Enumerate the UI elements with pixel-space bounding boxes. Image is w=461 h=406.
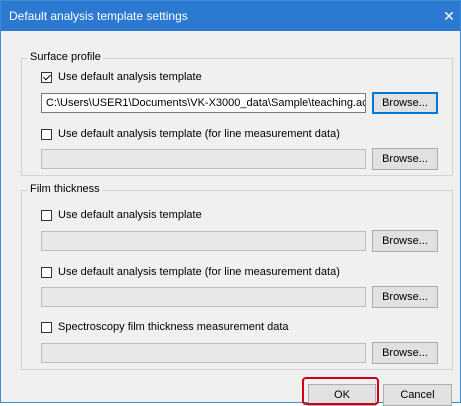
film-default-template-browse-button[interactable]: Browse... xyxy=(372,230,438,252)
film-thickness-group-title: Film thickness xyxy=(28,183,102,195)
spectroscopy-label: Spectroscopy film thickness measurement … xyxy=(58,321,289,333)
film-line-template-browse-button[interactable]: Browse... xyxy=(372,286,438,308)
film-default-template-checkbox[interactable]: Use default analysis template xyxy=(41,209,202,221)
surface-line-template-label: Use default analysis template (for line … xyxy=(58,128,340,140)
checkbox-unchecked-icon[interactable] xyxy=(41,266,52,278)
surface-default-template-path-field[interactable]: C:\Users\USER1\Documents\VK-X3000_data\S… xyxy=(41,93,366,113)
film-line-template-path-field[interactable] xyxy=(41,287,366,307)
spectroscopy-browse-button[interactable]: Browse... xyxy=(372,342,438,364)
checkbox-unchecked-icon[interactable] xyxy=(41,209,52,221)
surface-line-template-browse-button[interactable]: Browse... xyxy=(372,148,438,170)
title-bar[interactable]: Default analysis template settings ✕ xyxy=(1,1,460,31)
surface-default-template-checkbox[interactable]: Use default analysis template xyxy=(41,71,202,83)
surface-line-template-path-field[interactable] xyxy=(41,149,366,169)
film-line-template-label: Use default analysis template (for line … xyxy=(58,266,340,278)
surface-line-template-checkbox[interactable]: Use default analysis template (for line … xyxy=(41,128,340,140)
window-title: Default analysis template settings xyxy=(9,9,188,23)
film-default-template-path-field[interactable] xyxy=(41,231,366,251)
close-icon[interactable]: ✕ xyxy=(438,1,460,31)
dialog-window: Default analysis template settings ✕ Sur… xyxy=(0,0,461,406)
surface-default-template-browse-button[interactable]: Browse... xyxy=(372,92,438,114)
film-default-template-label: Use default analysis template xyxy=(58,209,202,221)
spectroscopy-path-field[interactable] xyxy=(41,343,366,363)
checkbox-unchecked-icon[interactable] xyxy=(41,321,52,333)
checkbox-unchecked-icon[interactable] xyxy=(41,128,52,140)
surface-default-template-label: Use default analysis template xyxy=(58,71,202,83)
surface-profile-group-title: Surface profile xyxy=(28,51,103,63)
film-line-template-checkbox[interactable]: Use default analysis template (for line … xyxy=(41,266,340,278)
spectroscopy-checkbox[interactable]: Spectroscopy film thickness measurement … xyxy=(41,321,289,333)
checkbox-checked-icon[interactable] xyxy=(41,71,52,83)
